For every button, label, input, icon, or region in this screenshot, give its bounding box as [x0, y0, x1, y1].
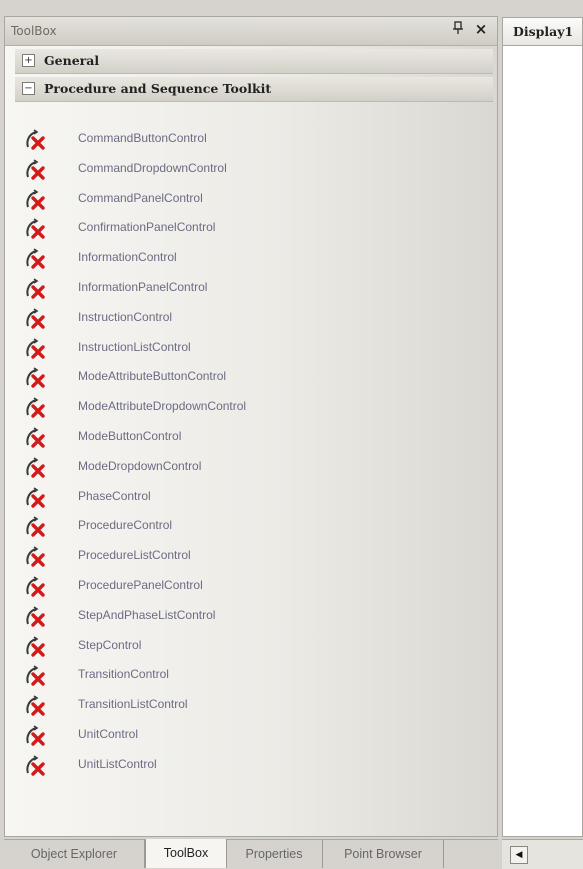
toolbox-item[interactable]: StepAndPhaseListControl — [21, 604, 481, 630]
control-x-icon — [24, 159, 48, 181]
toolbox-title: ToolBox — [11, 24, 57, 38]
toolbox-item[interactable]: CommandPanelControl — [21, 187, 481, 213]
control-x-icon — [24, 665, 48, 687]
toolbox-item-label: StepAndPhaseListControl — [78, 607, 216, 622]
control-x-icon — [24, 218, 48, 240]
control-x-icon — [24, 755, 48, 777]
tab-point-browser[interactable]: Point Browser — [323, 840, 444, 868]
control-x-icon — [24, 308, 48, 330]
control-x-icon — [24, 725, 48, 747]
toolbox-item-label: ConfirmationPanelControl — [78, 220, 216, 235]
toolbox-item-label: ModeAttributeDropdownControl — [78, 399, 247, 414]
toolbox-item-label: UnitListControl — [78, 756, 157, 771]
toolbox-item[interactable]: PhaseControl — [21, 485, 481, 511]
toolbox-item-label: ModeDropdownControl — [78, 458, 202, 473]
tab-label: Display1 — [513, 24, 574, 39]
toolbox-item-label: TransitionListControl — [78, 697, 188, 712]
toolbox-panel: ToolBox × + General − Procedure and Sequ… — [4, 16, 498, 837]
control-x-icon — [24, 129, 48, 151]
toolbox-item[interactable]: ProcedureControl — [21, 514, 481, 540]
control-x-icon — [24, 576, 48, 598]
control-x-icon — [24, 278, 48, 300]
close-icon[interactable]: × — [472, 20, 490, 38]
pin-icon[interactable] — [449, 21, 467, 39]
toolbox-item-label: CommandButtonControl — [78, 131, 207, 145]
section-label: Procedure and Sequence Toolkit — [44, 81, 272, 96]
panel-tab-strip: Object Explorer ToolBox Properties Point… — [4, 839, 498, 869]
toolbox-item[interactable]: ConfirmationPanelControl — [21, 216, 481, 242]
toolbox-item[interactable]: TransitionListControl — [21, 693, 481, 719]
display-canvas[interactable] — [502, 45, 583, 837]
control-x-icon — [24, 635, 48, 658]
toolbox-item[interactable]: InstructionListControl — [21, 336, 481, 362]
toolbox-item[interactable]: InformationPanelControl — [21, 276, 481, 302]
toolbox-item[interactable]: ModeAttributeDropdownControl — [21, 395, 481, 421]
toolbox-item-label: StepControl — [78, 637, 142, 652]
toolbox-item-label: ProcedurePanelControl — [78, 578, 203, 592]
toolbox-item-label: ModeAttributeButtonControl — [78, 369, 227, 384]
toolbox-item[interactable]: UnitControl — [21, 723, 481, 749]
toolbox-item-label: InstructionControl — [78, 309, 173, 324]
control-x-icon — [24, 486, 48, 509]
toolbox-item[interactable]: ModeDropdownControl — [21, 455, 481, 481]
toolbox-item-label: ProcedureListControl — [78, 548, 191, 563]
control-x-icon — [24, 457, 48, 479]
control-x-icon — [24, 188, 48, 211]
control-x-icon — [24, 427, 48, 449]
control-x-icon — [24, 337, 48, 360]
scroll-left-icon[interactable]: ◀ — [510, 846, 528, 864]
tab-display1[interactable]: Display1 — [502, 17, 583, 45]
control-x-icon — [24, 367, 48, 389]
horizontal-scrollbar[interactable]: ◀ — [502, 839, 583, 869]
section-general[interactable]: + General — [15, 49, 493, 74]
toolbox-title-bar: ToolBox × — [5, 17, 497, 46]
toolbox-item-label: TransitionControl — [78, 667, 169, 682]
toolbox-item-label: CommandPanelControl — [78, 190, 203, 205]
toolbox-item[interactable]: ProcedurePanelControl — [21, 574, 481, 600]
tab-object-explorer[interactable]: Object Explorer — [4, 840, 145, 868]
control-x-icon — [24, 516, 48, 538]
ide-window: ToolBox × + General − Procedure and Sequ… — [0, 0, 583, 869]
toolbox-item[interactable]: ModeButtonControl — [21, 425, 481, 451]
toolbox-item-label: CommandDropdownControl — [78, 160, 227, 175]
toolbox-item-label: InformationPanelControl — [78, 280, 208, 294]
section-procedure-toolkit[interactable]: − Procedure and Sequence Toolkit — [15, 77, 493, 102]
toolbox-item-label: ProcedureControl — [78, 518, 173, 533]
expand-icon[interactable]: + — [22, 54, 35, 67]
section-label: General — [44, 53, 100, 68]
collapse-icon[interactable]: − — [22, 82, 35, 95]
control-x-icon — [24, 248, 48, 270]
toolbox-item-label: PhaseControl — [78, 488, 151, 503]
tab-properties[interactable]: Properties — [226, 840, 323, 868]
toolbox-item-label: UnitControl — [78, 727, 139, 741]
control-x-icon — [24, 606, 48, 628]
toolbox-item[interactable]: UnitListControl — [21, 753, 481, 779]
toolbox-item[interactable]: StepControl — [21, 634, 481, 660]
toolbox-item[interactable]: InformationControl — [21, 246, 481, 272]
toolbox-item-label: ModeButtonControl — [78, 429, 182, 443]
toolbox-item-label: InstructionListControl — [78, 339, 191, 354]
tab-toolbox[interactable]: ToolBox — [145, 839, 227, 868]
toolbox-item-label: InformationControl — [78, 250, 177, 265]
toolbox-item[interactable]: CommandButtonControl — [21, 127, 481, 153]
control-x-icon — [24, 546, 48, 568]
toolbox-item[interactable]: TransitionControl — [21, 663, 481, 689]
control-x-icon — [24, 397, 48, 419]
toolbox-item[interactable]: ProcedureListControl — [21, 544, 481, 570]
toolbox-item[interactable]: ModeAttributeButtonControl — [21, 365, 481, 391]
toolbox-item[interactable]: InstructionControl — [21, 306, 481, 332]
control-x-icon — [24, 695, 48, 717]
toolbox-item[interactable]: CommandDropdownControl — [21, 157, 481, 183]
